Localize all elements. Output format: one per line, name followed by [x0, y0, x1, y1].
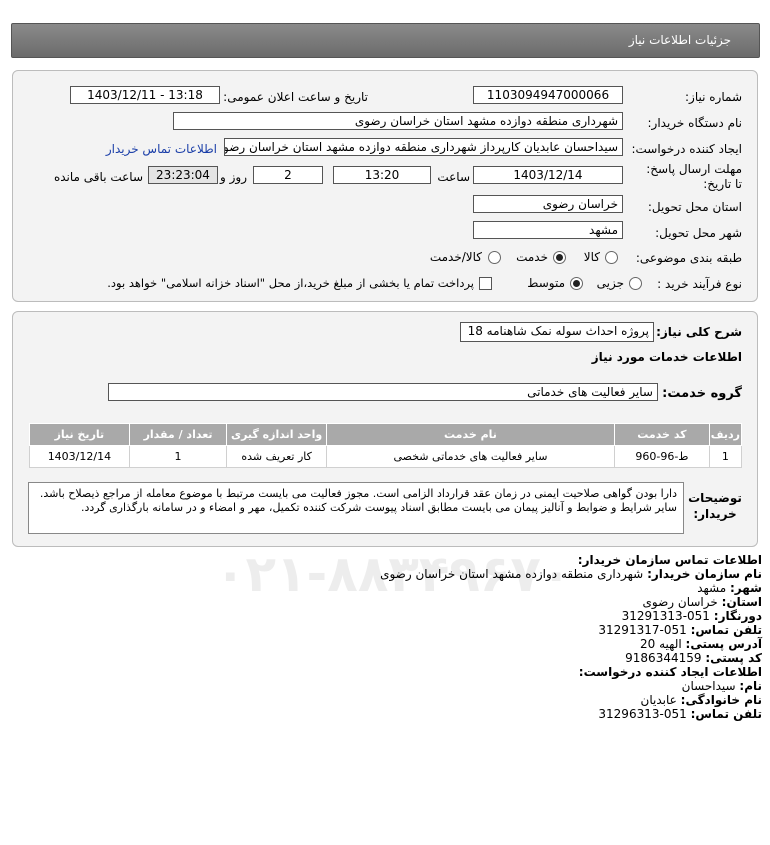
col-row-number: ردیف	[708, 423, 743, 446]
cell-row-number: 1	[708, 445, 743, 468]
contact-postal-label: کد پستی:	[705, 651, 762, 665]
creator-phone-value: 051-31296313	[598, 707, 687, 721]
category-goods-radio[interactable]	[605, 251, 618, 264]
process-minor-radio[interactable]	[629, 277, 642, 290]
page-header: جزئیات اطلاعات نیاز	[11, 23, 760, 58]
creator-family-label: نام خانوادگی:	[680, 693, 762, 707]
services-section-title: اطلاعات خدمات مورد نیاز	[591, 350, 742, 364]
days-field: 2	[253, 166, 323, 184]
summary-field: پروژه احداث سوله نمک شاهنامه 18	[460, 322, 654, 342]
contact-city-row: شهر: مشهد	[697, 581, 762, 595]
creator-name-value: سیداحسان	[681, 679, 736, 693]
contact-phone-row: تلفن تماس: 051-31291317	[598, 623, 762, 637]
deadline-time-label: ساعت	[437, 170, 470, 184]
need-number-label: شماره نیاز:	[685, 90, 742, 104]
contact-province-row: استان: خراسان رضوی	[643, 595, 762, 609]
contact-city-label: شهر:	[730, 581, 762, 595]
days-label: روز و	[220, 170, 247, 184]
category-service-radio[interactable]	[553, 251, 566, 264]
treasury-checkbox[interactable]	[479, 277, 492, 290]
col-unit: واحد اندازه گیری	[226, 423, 327, 446]
buyer-contact-link[interactable]: اطلاعات تماس خریدار	[106, 142, 217, 156]
creator-family-row: نام خانوادگی: عابدیان	[641, 693, 762, 707]
requester-field: سیداحسان عابدیان کارپرداز شهرداری منطقه …	[224, 138, 623, 156]
contact-title: اطلاعات تماس سازمان خریدار:	[577, 553, 762, 567]
cell-service-code: ط-96-960	[614, 445, 710, 468]
cell-quantity: 1	[128, 445, 228, 468]
announce-field: 1403/12/11 - 13:18	[70, 86, 220, 104]
category-service-label: خدمت	[516, 250, 548, 264]
creator-family-value: عابدیان	[640, 693, 677, 707]
service-group-field: سایر فعالیت های خدماتی	[108, 383, 658, 401]
deadline-label: مهلت ارسال پاسخ: تا تاریخ:	[646, 162, 742, 191]
category-goods-label: کالا	[583, 250, 600, 264]
deadline-date-field: 1403/12/14	[473, 166, 623, 184]
creator-title: اطلاعات ایجاد کننده درخواست:	[578, 665, 762, 679]
need-number-field: 1103094947000066	[473, 86, 623, 104]
buyer-org-label: نام دستگاه خریدار:	[647, 116, 743, 130]
cell-unit: کار تعریف شده	[226, 445, 327, 468]
contact-fax-value: 051-31291313	[621, 609, 710, 623]
city-field: مشهد	[473, 221, 623, 239]
contact-postal-value: 9186344159	[625, 651, 702, 665]
requester-label: ایجاد کننده درخواست:	[631, 142, 742, 156]
creator-phone-label: تلفن تماس:	[690, 707, 762, 721]
category-goods-service-radio[interactable]	[488, 251, 501, 264]
province-label: استان محل تحویل:	[647, 200, 742, 214]
contact-fax-label: دورنگار:	[713, 609, 762, 623]
creator-phone-row: تلفن تماس: 051-31296313	[598, 707, 762, 721]
city-label: شهر محل تحویل:	[655, 226, 742, 240]
category-label: طبقه بندی موضوعی:	[635, 251, 742, 265]
contact-address-value: الهیه 20	[640, 637, 682, 651]
contact-fax-row: دورنگار: 051-31291313	[622, 609, 762, 623]
contact-province-label: استان:	[721, 595, 762, 609]
service-group-label: گروه خدمت:	[662, 386, 742, 401]
services-table: ردیف کد خدمت نام خدمت واحد اندازه گیری ت…	[29, 423, 743, 468]
contact-phone-value: 051-31291317	[598, 623, 687, 637]
col-service-code: کد خدمت	[614, 423, 710, 446]
contact-org-value: شهرداری منطقه دوازده مشهد استان خراسان ر…	[380, 567, 644, 581]
remaining-time-field: 23:23:04	[148, 166, 218, 184]
process-medium-radio[interactable]	[570, 277, 583, 290]
contact-city-value: مشهد	[697, 581, 727, 595]
col-quantity: تعداد / مقدار	[128, 423, 228, 446]
contact-postal-row: کد پستی: 9186344159	[625, 651, 762, 665]
description-text: دارا بودن گواهی صلاحیت ایمنی در زمان عقد…	[28, 482, 684, 534]
contact-org-row: نام سازمان خریدار: شهرداری منطقه دوازده …	[380, 567, 762, 581]
table-row: 1 ط-96-960 سایر فعالیت های خدماتی شخصی ک…	[29, 445, 743, 468]
contact-address-label: آدرس پستی:	[685, 637, 762, 651]
contact-address-row: آدرس پستی: الهیه 20	[640, 637, 762, 651]
announce-label: تاریخ و ساعت اعلان عمومی:	[223, 90, 368, 104]
payment-note: پرداخت تمام یا بخشی از مبلغ خرید،از محل …	[107, 276, 474, 290]
creator-name-label: نام:	[739, 679, 762, 693]
page-title: جزئیات اطلاعات نیاز	[628, 33, 731, 47]
process-medium-label: متوسط	[527, 276, 565, 290]
description-label: توضیحات خریدار:	[688, 491, 742, 521]
province-field: خراسان رضوی	[473, 195, 623, 213]
creator-name-row: نام: سیداحسان	[682, 679, 762, 693]
deadline-time-field: 13:20	[333, 166, 431, 184]
contact-org-label: نام سازمان خریدار:	[647, 567, 762, 581]
col-need-date: تاریخ نیاز	[29, 423, 130, 446]
contact-phone-label: تلفن تماس:	[690, 623, 762, 637]
cell-service-name: سایر فعالیت های خدماتی شخصی	[325, 445, 616, 468]
category-goods-service-label: کالا/خدمت	[429, 250, 482, 264]
process-minor-label: جزیی	[596, 276, 624, 290]
summary-label: شرح کلی نیاز:	[656, 325, 742, 339]
process-label: نوع فرآیند خرید :	[657, 277, 742, 291]
contact-province-value: خراسان رضوی	[642, 595, 718, 609]
remaining-label: ساعت باقی مانده	[53, 170, 143, 184]
buyer-org-field: شهرداری منطقه دوازده مشهد استان خراسان ر…	[173, 112, 623, 130]
cell-need-date: 1403/12/14	[29, 445, 130, 468]
col-service-name: نام خدمت	[325, 423, 616, 446]
